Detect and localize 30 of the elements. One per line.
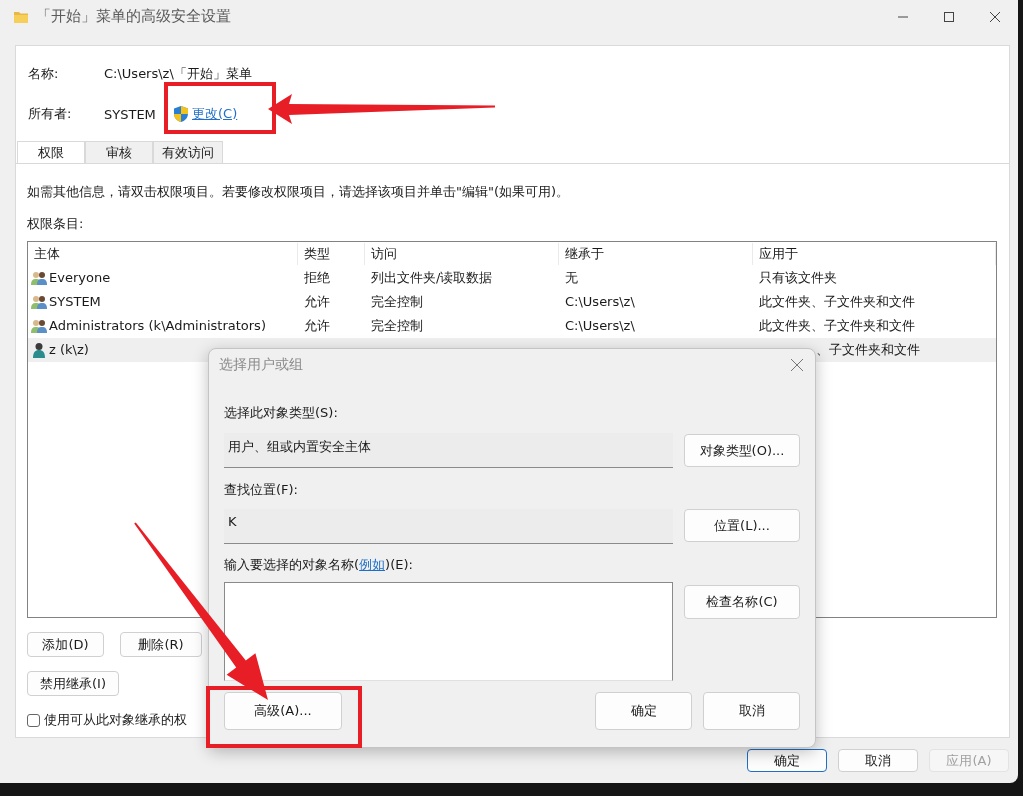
name-value: C:\Users\z\「开始」菜单 <box>104 65 252 83</box>
table-cell-text: C:\Users\z\ <box>565 317 635 335</box>
info-text: 如需其他信息，请双击权限项目。若要修改权限项目，请选择该项目并单击"编辑"(如果可用)。 <box>27 184 570 200</box>
table-cell-text: SYSTEM <box>49 293 101 311</box>
table-cell-text: 无 <box>565 269 578 287</box>
table-cell-text: Administrators (k\Administrators) <box>49 317 266 335</box>
table-cell-text: 完全控制 <box>371 317 423 335</box>
location-field: K <box>224 509 673 544</box>
object-names-label: 输入要选择的对象名称(例如)(E): <box>224 557 414 573</box>
table-cell-text: z (k\z) <box>49 341 89 359</box>
table-cell-text: C:\Users\z\ <box>565 293 635 311</box>
table-cell-text: 允许 <box>304 293 330 311</box>
entries-label: 权限条目: <box>27 216 84 232</box>
table-cell-text: 拒绝 <box>304 269 330 287</box>
owner-value: SYSTEM <box>104 106 157 122</box>
table-cell-text: 只有该文件夹 <box>759 269 837 287</box>
owner-label: 所有者: <box>28 105 73 123</box>
table-cell-text: Everyone <box>49 269 111 287</box>
table-cell-text: 此文件夹、子文件夹和文件 <box>759 317 915 335</box>
table-cell-text: 列出文件夹/读取数据 <box>371 269 493 287</box>
location-label: 查找位置(F): <box>224 482 299 498</box>
table-cell-text: 、子文件夹和文件 <box>816 341 920 359</box>
table-cell-text: 允许 <box>304 317 330 335</box>
object-type-field: 用户、组或内置安全主体 <box>224 433 673 468</box>
checkbox-label: 使用可从此对象继承的权 <box>44 712 187 728</box>
name-label: 名称: <box>28 65 60 83</box>
object-type-label: 选择此对象类型(S): <box>224 405 339 421</box>
table-cell-text: 完全控制 <box>371 293 423 311</box>
table-cell-text: 此文件夹、子文件夹和文件 <box>759 293 915 311</box>
window-title: 「开始」菜单的高级安全设置 <box>36 7 231 26</box>
